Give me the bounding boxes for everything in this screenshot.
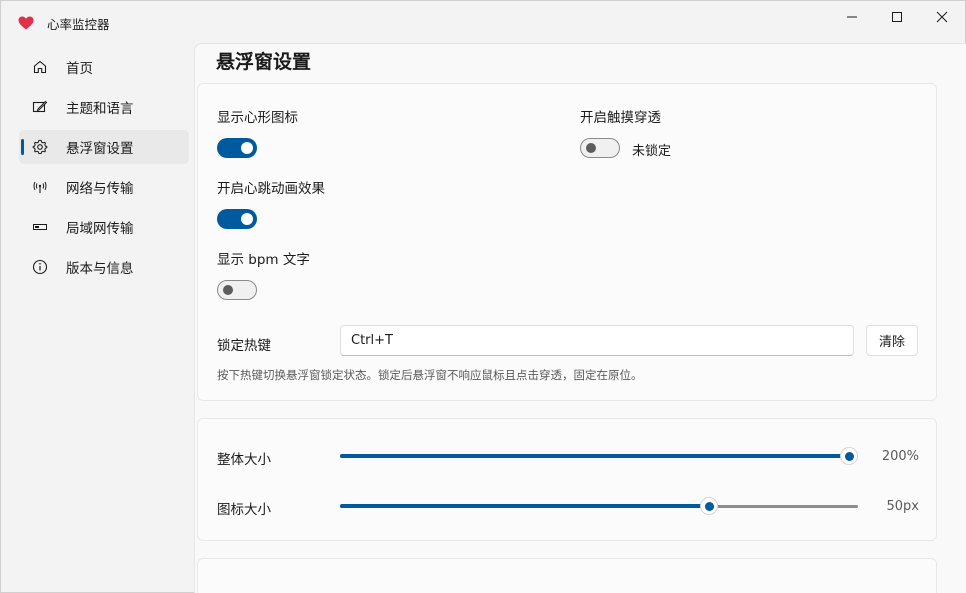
sidebar-item-overlay-settings[interactable]: 悬浮窗设置 — [19, 130, 189, 164]
sidebar-item-home[interactable]: 首页 — [19, 50, 189, 84]
show-bpm-text-label: 显示 bpm 文字 — [217, 252, 310, 268]
sidebar-item-label: 局域网传输 — [66, 221, 134, 237]
icon-size-label: 图标大小 — [217, 502, 271, 518]
clear-hotkey-button[interactable]: 清除 — [866, 325, 918, 356]
sidebar-item-label: 主题和语言 — [66, 101, 134, 117]
slider-thumb[interactable] — [700, 497, 718, 515]
sidebar-item-label: 版本与信息 — [66, 261, 134, 277]
content-area: 悬浮窗设置 显示心形图标 开启心跳动画效果 显示 bpm 文字 开启触摸穿透 未… — [194, 43, 966, 593]
info-icon — [32, 259, 48, 275]
home-icon — [32, 59, 48, 75]
sidebar-item-label: 首页 — [66, 61, 93, 77]
show-bpm-text-toggle[interactable] — [217, 280, 257, 300]
touch-through-toggle[interactable] — [580, 138, 620, 158]
heart-icon — [18, 15, 34, 30]
page-title: 悬浮窗设置 — [216, 51, 312, 73]
sidebar-item-label: 网络与传输 — [66, 181, 134, 197]
hotkey-label: 锁定热键 — [217, 338, 271, 354]
title-bar: 心率监控器 — [1, 1, 965, 37]
overall-size-value: 200% — [881, 449, 919, 464]
app-window: 心率监控器 首页 主题和语言 悬浮窗设置 网络与传输 局域网传输 版本与信息 悬… — [0, 0, 966, 593]
maximize-button[interactable] — [874, 1, 920, 33]
sidebar-item-label: 悬浮窗设置 — [66, 141, 134, 157]
touch-through-label: 开启触摸穿透 — [580, 110, 661, 126]
maximize-icon — [891, 8, 903, 27]
lock-state-text: 未锁定 — [632, 144, 672, 159]
toggle-knob — [586, 143, 596, 153]
hotkey-input[interactable] — [340, 325, 854, 356]
slider-fill — [340, 504, 709, 508]
gear-icon — [32, 139, 48, 155]
minimize-button[interactable] — [829, 1, 875, 33]
slider-thumb[interactable] — [840, 447, 858, 465]
slider-thumb-dot — [844, 451, 854, 461]
next-settings-card — [197, 558, 937, 593]
close-button[interactable] — [919, 1, 965, 33]
sidebar-item-lan-transfer[interactable]: 局域网传输 — [19, 210, 189, 244]
minimize-icon — [846, 8, 858, 27]
app-title: 心率监控器 — [47, 17, 110, 32]
toggle-knob — [241, 142, 253, 154]
icon-size-slider[interactable] — [340, 497, 858, 515]
heartbeat-animation-label: 开启心跳动画效果 — [217, 181, 325, 197]
active-indicator — [21, 139, 24, 155]
sidebar-item-version-info[interactable]: 版本与信息 — [19, 250, 189, 284]
sidebar-item-theme-language[interactable]: 主题和语言 — [19, 90, 189, 124]
icon-size-value: 50px — [886, 499, 920, 514]
overall-size-label: 整体大小 — [217, 452, 271, 468]
antenna-icon — [32, 179, 48, 195]
slider-thumb-dot — [704, 501, 714, 511]
hotkey-hint: 按下热键切换悬浮窗锁定状态。锁定后悬浮窗不响应鼠标且点击穿透，固定在原位。 — [217, 368, 643, 382]
toggle-knob — [241, 213, 253, 225]
sidebar-item-network-transfer[interactable]: 网络与传输 — [19, 170, 189, 204]
heartbeat-animation-toggle[interactable] — [217, 209, 257, 229]
overall-size-slider[interactable] — [340, 447, 858, 465]
show-heart-icon-toggle[interactable] — [217, 138, 257, 158]
theme-icon — [32, 99, 48, 115]
overlay-options-card: 显示心形图标 开启心跳动画效果 显示 bpm 文字 开启触摸穿透 未锁定 锁定热… — [197, 83, 937, 401]
size-settings-card: 整体大小 200% 图标大小 50px — [197, 418, 937, 541]
toggle-knob — [223, 285, 233, 295]
slider-fill — [340, 454, 849, 458]
lan-icon — [32, 219, 48, 235]
show-heart-icon-label: 显示心形图标 — [217, 110, 298, 126]
close-icon — [936, 8, 948, 27]
